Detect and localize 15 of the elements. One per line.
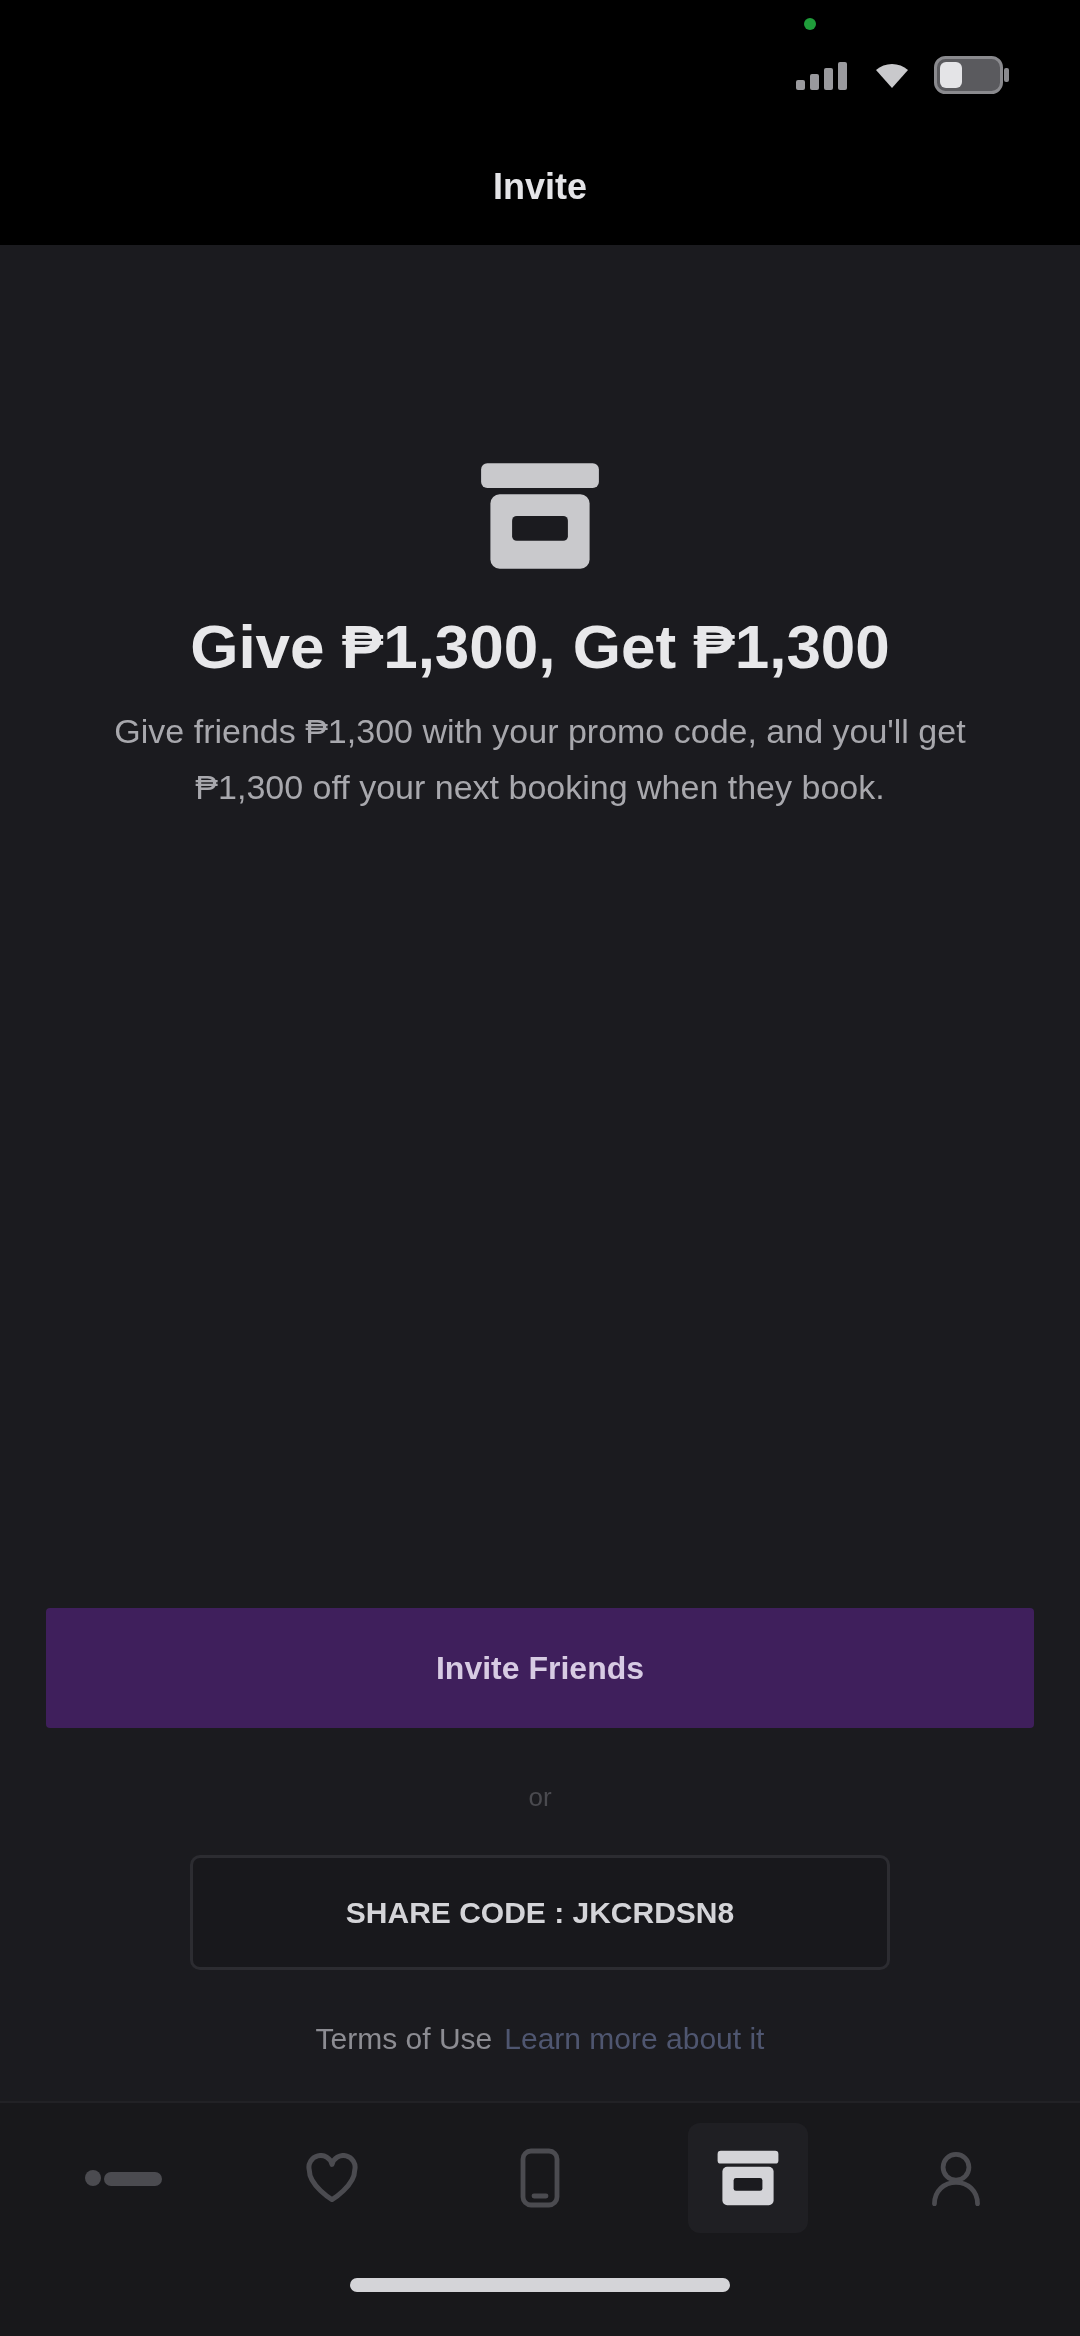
battery-icon — [934, 56, 1010, 94]
camera-indicator-icon — [804, 18, 816, 30]
invite-friends-button[interactable]: Invite Friends — [46, 1608, 1034, 1728]
promo-description: Give friends ₱1,300 with your promo code, and you'll get ₱1,300 off your next booking when they book. — [113, 711, 967, 808]
heart-icon — [304, 2153, 360, 2203]
phone-icon — [520, 2148, 560, 2208]
box-icon — [716, 2149, 780, 2207]
person-icon — [930, 2150, 982, 2206]
promo-heading: Give ₱1,300, Get ₱1,300 — [190, 611, 890, 683]
signal-icon — [796, 60, 850, 90]
terms-text: Terms of Use — [315, 2021, 493, 2057]
wifi-icon — [876, 62, 908, 88]
screen-title: Invite — [493, 165, 587, 209]
share-code-button[interactable]: SHARE CODE : JKCRDSN8 — [190, 1855, 890, 1970]
tab-button[interactable] — [688, 2123, 808, 2233]
